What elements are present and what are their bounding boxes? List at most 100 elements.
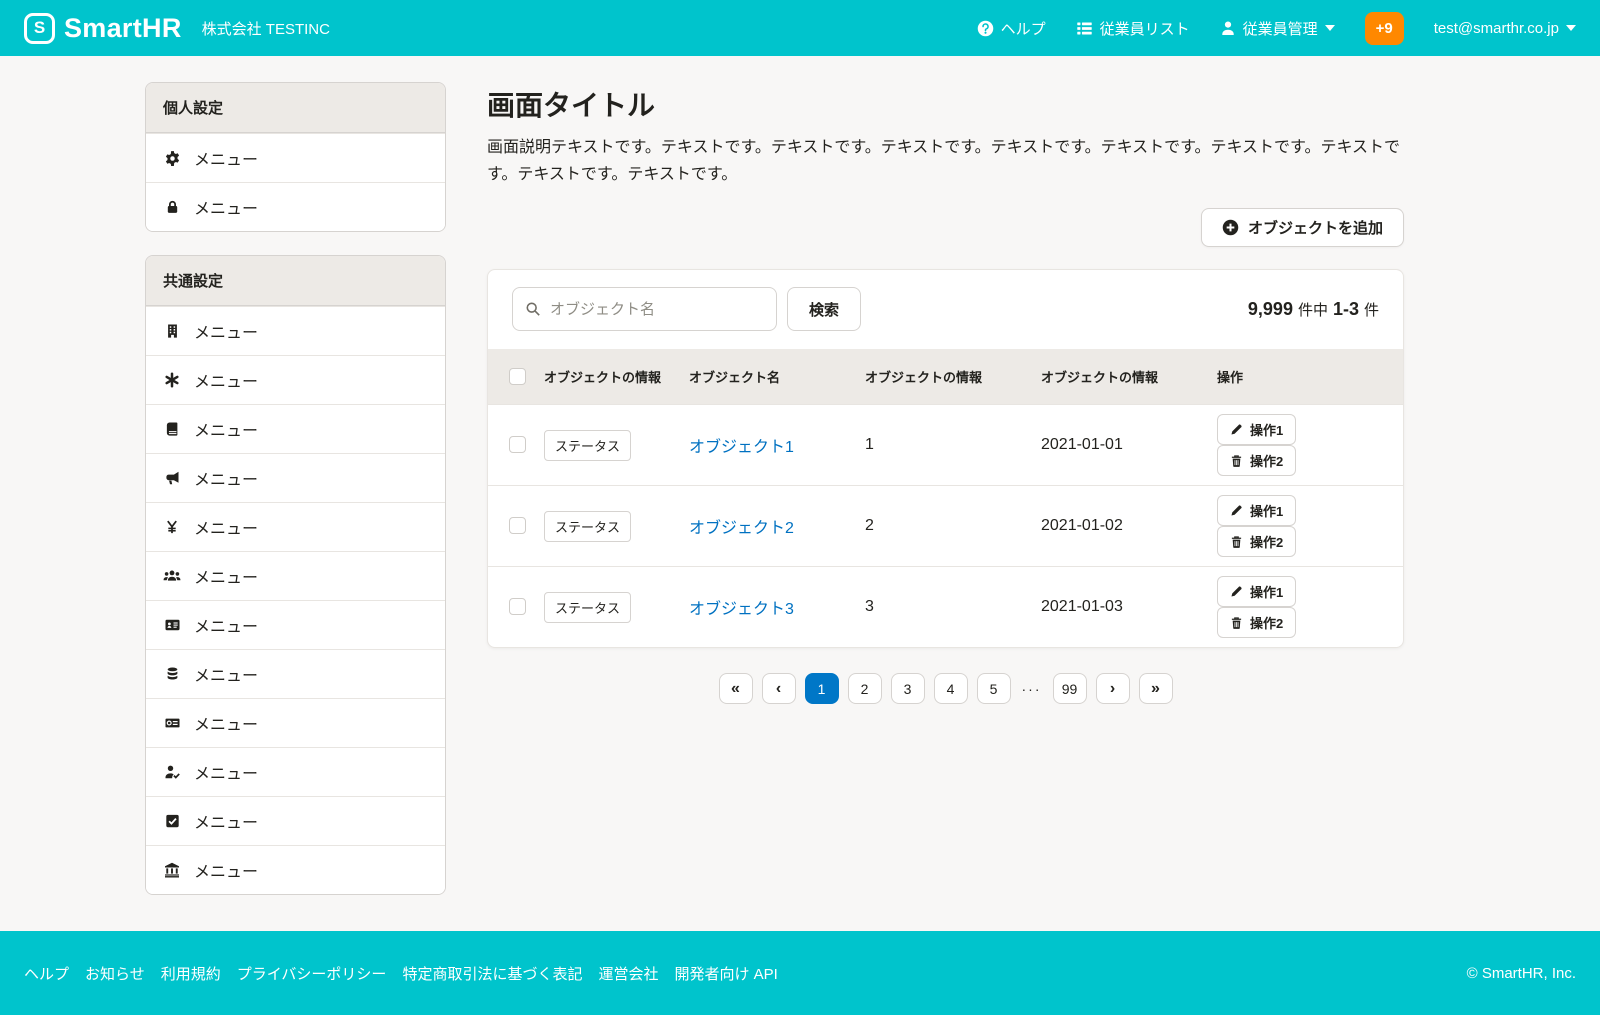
help-circle-icon xyxy=(977,20,994,37)
page-button-3[interactable]: 3 xyxy=(891,673,925,704)
object-table-card: 検索 9,999 件中 1-3 件 オブジェクトの情報 オブジェクト名 オブジェ… xyxy=(487,269,1404,648)
delete-button[interactable]: 操作2 xyxy=(1217,445,1296,476)
date-cell: 2021-01-01 xyxy=(1033,405,1209,486)
page-button-1[interactable]: 1 xyxy=(805,673,839,704)
edit-button[interactable]: 操作1 xyxy=(1217,576,1296,607)
delete-button-label: 操作2 xyxy=(1250,532,1283,551)
status-badge: ステータス xyxy=(544,430,631,461)
sidebar-item-label: メニュー xyxy=(194,760,258,784)
sidebar-item-label: メニュー xyxy=(194,711,258,735)
footer-link-privacy[interactable]: プライバシーポリシー xyxy=(237,963,387,984)
gear-icon xyxy=(163,150,181,167)
help-label: ヘルプ xyxy=(1001,18,1046,39)
employee-list-label: 従業員リスト xyxy=(1100,18,1190,39)
page-button-2[interactable]: 2 xyxy=(848,673,882,704)
object-link[interactable]: オブジェクト3 xyxy=(689,601,794,618)
delete-button[interactable]: 操作2 xyxy=(1217,607,1296,638)
select-all-checkbox[interactable] xyxy=(509,368,526,385)
sidebar-item-book[interactable]: メニュー xyxy=(146,404,445,453)
database-icon xyxy=(163,666,181,682)
sidebar-item-payroll[interactable]: メニュー xyxy=(146,502,445,551)
edit-button[interactable]: 操作1 xyxy=(1217,495,1296,526)
add-object-button[interactable]: オブジェクトを追加 xyxy=(1201,208,1404,247)
sidebar-item-announcement[interactable]: メニュー xyxy=(146,453,445,502)
info-cell: 2 xyxy=(857,486,1033,567)
column-header: 操作 xyxy=(1209,349,1403,405)
column-header: オブジェクトの情報 xyxy=(857,349,1033,405)
result-range: 1-3 xyxy=(1333,299,1359,320)
sidebar-group-personal: 個人設定 メニュー メニュー xyxy=(145,82,446,232)
asterisk-icon xyxy=(163,372,181,388)
sidebar-item-approval[interactable]: メニュー xyxy=(146,796,445,845)
sidebar-item-user-check[interactable]: メニュー xyxy=(146,747,445,796)
row-checkbox[interactable] xyxy=(509,598,526,615)
id-card-icon xyxy=(163,617,181,633)
date-cell: 2021-01-02 xyxy=(1033,486,1209,567)
sidebar-item-label: メニュー xyxy=(194,146,258,170)
object-table: オブジェクトの情報 オブジェクト名 オブジェクトの情報 オブジェクトの情報 操作… xyxy=(488,349,1403,647)
sidebar-group-common: 共通設定 メニュー メニュー メニュー メニュー xyxy=(145,255,446,895)
bank-icon xyxy=(163,862,181,878)
pencil-icon xyxy=(1230,585,1243,598)
employee-admin-menu[interactable]: 従業員管理 xyxy=(1220,18,1335,39)
row-checkbox[interactable] xyxy=(509,517,526,534)
add-object-label: オブジェクトを追加 xyxy=(1248,217,1383,238)
pencil-icon xyxy=(1230,423,1243,436)
row-checkbox[interactable] xyxy=(509,436,526,453)
column-header: オブジェクトの情報 xyxy=(1033,349,1209,405)
yen-icon xyxy=(163,519,181,535)
object-link[interactable]: オブジェクト2 xyxy=(689,520,794,537)
megaphone-icon xyxy=(163,470,181,486)
footer-link-help[interactable]: ヘルプ xyxy=(24,963,69,984)
company-name: 株式会社 TESTINC xyxy=(202,18,330,39)
status-badge: ステータス xyxy=(544,511,631,542)
footer-links: ヘルプ お知らせ 利用規約 プライバシーポリシー 特定商取引法に基づく表記 運営… xyxy=(24,963,778,984)
object-link[interactable]: オブジェクト1 xyxy=(689,439,794,456)
delete-button[interactable]: 操作2 xyxy=(1217,526,1296,557)
users-icon xyxy=(163,568,181,584)
last-page-button[interactable]: » xyxy=(1139,673,1173,704)
sidebar-item-settings[interactable]: メニュー xyxy=(146,133,445,182)
help-link[interactable]: ヘルプ xyxy=(977,18,1046,39)
sidebar: 個人設定 メニュー メニュー 共通設定 メニュー メニュー xyxy=(145,82,446,918)
search-icon xyxy=(525,301,541,317)
object-search-input[interactable] xyxy=(550,301,764,318)
employee-list-link[interactable]: 従業員リスト xyxy=(1076,18,1190,39)
first-page-button[interactable]: « xyxy=(719,673,753,704)
sidebar-item-asterisk[interactable]: メニュー xyxy=(146,355,445,404)
result-count: 9,999 件中 1-3 件 xyxy=(1248,299,1379,320)
footer-link-company[interactable]: 運営会社 xyxy=(598,963,658,984)
footer-link-developer-api[interactable]: 開発者向け API xyxy=(674,963,777,984)
sidebar-item-bank[interactable]: メニュー xyxy=(146,845,445,894)
sidebar-item-company[interactable]: メニュー xyxy=(146,306,445,355)
prev-page-button[interactable]: ‹ xyxy=(762,673,796,704)
lock-icon xyxy=(163,199,181,215)
smarthr-logo[interactable]: S SmartHR xyxy=(24,13,182,44)
footer-link-commerce-law[interactable]: 特定商取引法に基づく表記 xyxy=(402,963,582,984)
page-button-4[interactable]: 4 xyxy=(934,673,968,704)
sidebar-item-database[interactable]: メニュー xyxy=(146,649,445,698)
notification-count-badge[interactable]: +9 xyxy=(1365,12,1404,45)
pencil-icon xyxy=(1230,504,1243,517)
sidebar-item-security[interactable]: メニュー xyxy=(146,182,445,231)
page-button-5[interactable]: 5 xyxy=(977,673,1011,704)
footer-link-terms[interactable]: 利用規約 xyxy=(161,963,221,984)
trash-icon xyxy=(1230,454,1243,468)
footer-link-news[interactable]: お知らせ xyxy=(85,963,145,984)
user-check-icon xyxy=(163,764,181,780)
table-row: ステータス オブジェクト3 3 2021-01-03 操作1 操作2 xyxy=(488,567,1403,648)
sidebar-item-money-check[interactable]: メニュー xyxy=(146,698,445,747)
edit-button[interactable]: 操作1 xyxy=(1217,414,1296,445)
brand-name: SmartHR xyxy=(64,13,182,44)
sidebar-item-label: メニュー xyxy=(194,466,258,490)
next-page-button[interactable]: › xyxy=(1096,673,1130,704)
sidebar-item-label: メニュー xyxy=(194,195,258,219)
search-button[interactable]: 検索 xyxy=(787,287,861,331)
sidebar-item-profile-card[interactable]: メニュー xyxy=(146,600,445,649)
account-menu[interactable]: test@smarthr.co.jp xyxy=(1434,20,1576,37)
page-button-99[interactable]: 99 xyxy=(1053,673,1087,704)
employee-admin-label: 従業員管理 xyxy=(1243,18,1318,39)
sidebar-item-members[interactable]: メニュー xyxy=(146,551,445,600)
edit-button-label: 操作1 xyxy=(1250,582,1283,601)
edit-button-label: 操作1 xyxy=(1250,501,1283,520)
